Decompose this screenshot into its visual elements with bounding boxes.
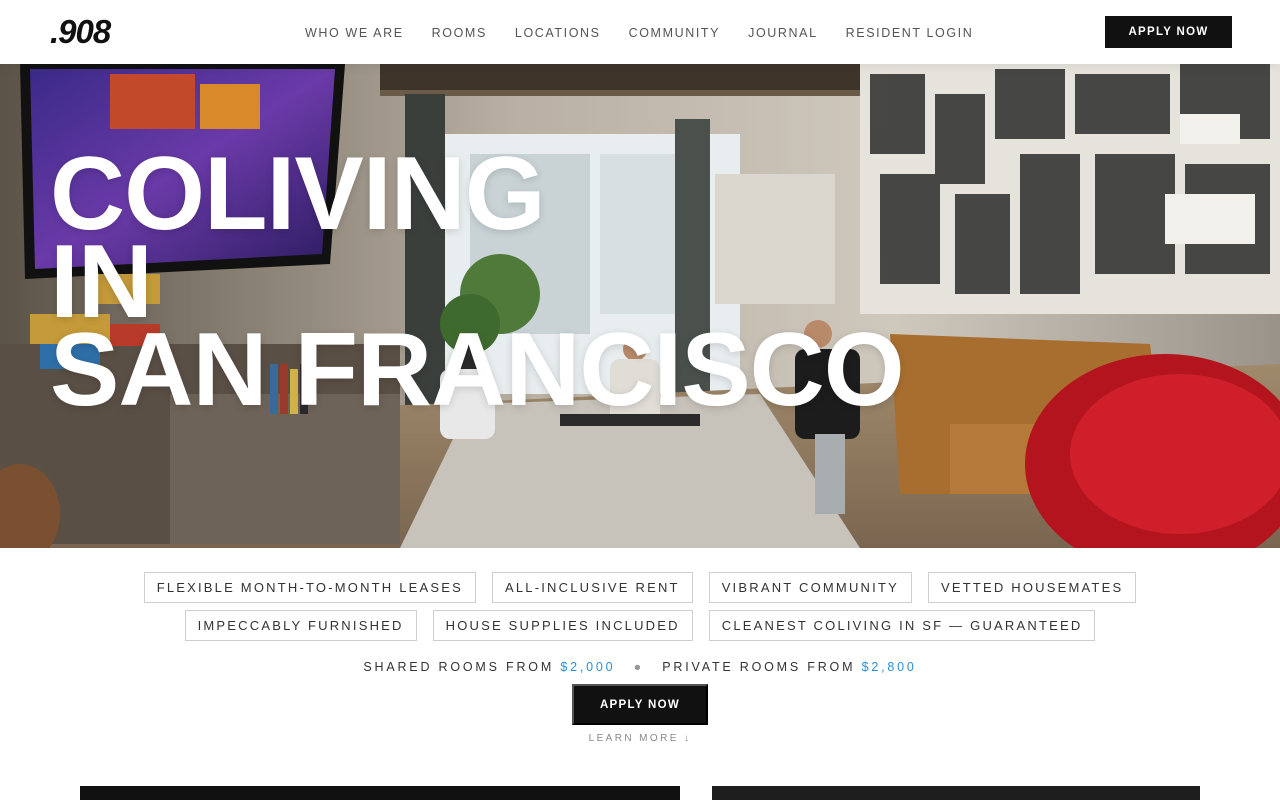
hero-title-line-1: COLIVING (50, 136, 546, 252)
apply-now-button[interactable]: APPLY NOW (572, 684, 708, 725)
hero-section: COLIVING IN SAN FRANCISCO (0, 64, 1280, 548)
learn-more-link[interactable]: LEARN MORE ↓ (0, 733, 1280, 744)
feature-tag: ALL-INCLUSIVE RENT (491, 572, 693, 603)
nav-locations[interactable]: LOCATIONS (515, 26, 601, 40)
logo[interactable]: .908 (50, 13, 111, 51)
hero-title: COLIVING IN SAN FRANCISCO (50, 136, 905, 428)
feature-tag: VIBRANT COMMUNITY (708, 572, 912, 603)
apply-now-header-button[interactable]: APPLY NOW (1105, 16, 1232, 48)
private-rooms-price: $2,800 (861, 660, 917, 674)
private-rooms-label: PRIVATE ROOMS FROM (662, 660, 856, 674)
hero-title-line-3: SAN FRANCISCO (50, 312, 905, 428)
feature-tag: IMPECCABLY FURNISHED (184, 610, 417, 641)
feature-tag: VETTED HOUSEMATES (927, 572, 1137, 603)
feature-tags-row-2: IMPECCABLY FURNISHED HOUSE SUPPLIES INCL… (0, 610, 1280, 641)
shared-rooms-price: $2,000 (560, 660, 616, 674)
main-nav: WHO WE ARE ROOMS LOCATIONS COMMUNITY JOU… (305, 26, 1001, 40)
nav-journal[interactable]: JOURNAL (748, 26, 818, 40)
nav-resident-login[interactable]: RESIDENT LOGIN (846, 26, 974, 40)
feature-tag: CLEANEST COLIVING IN SF — GUARANTEED (708, 610, 1096, 641)
nav-community[interactable]: COMMUNITY (629, 26, 720, 40)
feature-tag: FLEXIBLE MONTH-TO-MONTH LEASES (143, 572, 476, 603)
shared-rooms-label: SHARED ROOMS FROM (363, 660, 555, 674)
nav-rooms[interactable]: ROOMS (432, 26, 487, 40)
separator-dot: ● (633, 660, 645, 674)
site-header: .908 WHO WE ARE ROOMS LOCATIONS COMMUNIT… (0, 0, 1280, 64)
pricing-line: SHARED ROOMS FROM $2,000 ● PRIVATE ROOMS… (0, 660, 1280, 674)
nav-who-we-are[interactable]: WHO WE ARE (305, 26, 404, 40)
feature-tag: HOUSE SUPPLIES INCLUDED (432, 610, 693, 641)
feature-tags-row-1: FLEXIBLE MONTH-TO-MONTH LEASES ALL-INCLU… (0, 572, 1280, 603)
next-section-image-left (80, 786, 680, 800)
next-section-image-right (712, 786, 1200, 800)
